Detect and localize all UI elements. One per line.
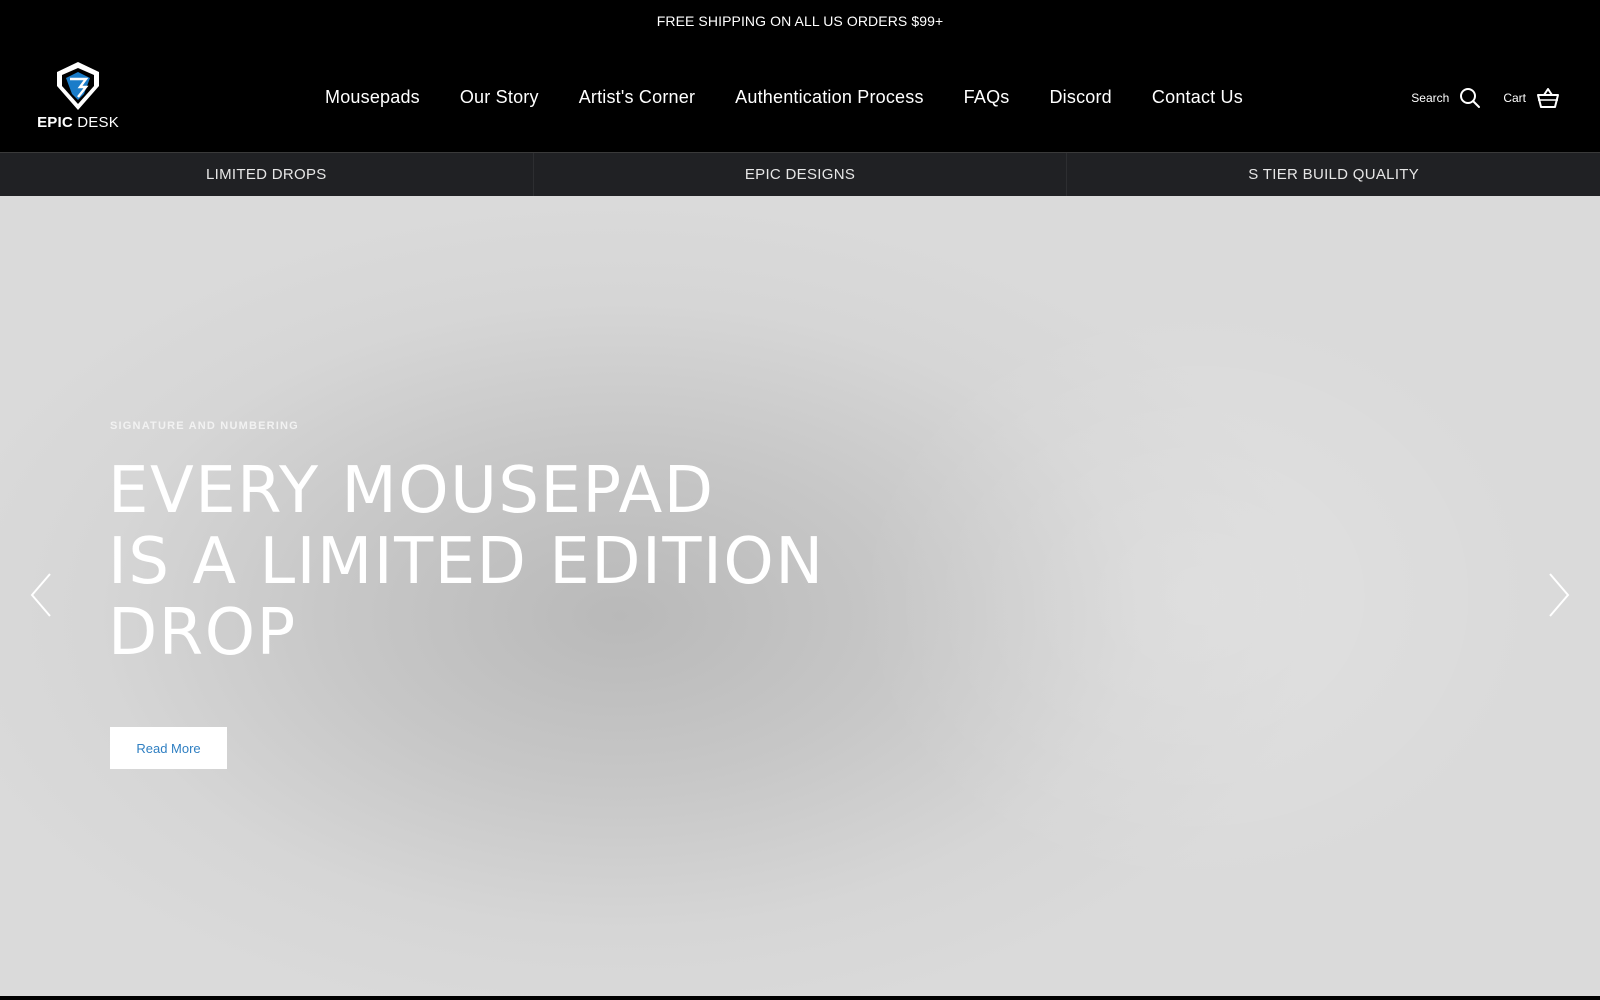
page-bottom-edge — [0, 996, 1600, 1000]
slideshow-prev-button[interactable] — [26, 570, 56, 620]
hero-headline-line-3: DROP — [108, 596, 297, 670]
logo-word-regular: DESK — [77, 114, 119, 131]
cart-label: Cart — [1503, 90, 1526, 105]
search-label: Search — [1411, 90, 1450, 105]
epic-desk-logo-icon — [57, 62, 99, 110]
hero-background-glow — [850, 296, 1550, 896]
main-nav: Mousepads Our Story Artist's Corner Auth… — [305, 42, 1263, 153]
hero-slideshow: SIGNATURE AND NUMBERING EVERY MOUSEPAD I… — [0, 196, 1600, 996]
nav-item-authentication-process[interactable]: Authentication Process — [715, 87, 944, 108]
nav-item-artists-corner[interactable]: Artist's Corner — [559, 87, 715, 108]
promo-bar: LIMITED DROPS EPIC DESIGNS S TIER BUILD … — [0, 153, 1600, 196]
promo-item-limited-drops: LIMITED DROPS — [0, 153, 534, 196]
announcement-text: FREE SHIPPING ON ALL US ORDERS $99+ — [656, 13, 944, 29]
cart-button[interactable]: Cart — [1503, 87, 1560, 109]
site-logo[interactable]: EPIC DESK — [37, 60, 119, 136]
promo-item-epic-designs: EPIC DESIGNS — [534, 153, 1068, 196]
basket-icon — [1537, 87, 1559, 108]
nav-item-discord[interactable]: Discord — [1029, 87, 1131, 108]
hero-headline-line-2: IS A LIMITED EDITION — [108, 525, 825, 599]
hero-headline: EVERY MOUSEPAD IS A LIMITED EDITION DROP — [108, 456, 908, 669]
announcement-bar: FREE SHIPPING ON ALL US ORDERS $99+ — [0, 0, 1600, 42]
chevron-right-icon — [1549, 573, 1570, 617]
logo-word-bold: EPIC — [37, 114, 73, 131]
promo-item-build-quality: S TIER BUILD QUALITY — [1248, 166, 1420, 183]
header-utilities: Search Cart — [1411, 42, 1560, 153]
search-button[interactable]: Search — [1411, 87, 1481, 109]
nav-item-faqs[interactable]: FAQs — [944, 87, 1030, 108]
logo-wordmark: EPIC DESK — [37, 114, 119, 131]
nav-item-contact-us[interactable]: Contact Us — [1132, 87, 1263, 108]
hero-eyebrow: SIGNATURE AND NUMBERING — [110, 420, 299, 432]
hero-headline-line-1: EVERY MOUSEPAD — [108, 454, 715, 528]
nav-item-our-story[interactable]: Our Story — [440, 87, 559, 108]
slideshow-next-button[interactable] — [1544, 570, 1574, 620]
site-header: EPIC DESK Mousepads Our Story Artist's C… — [0, 42, 1600, 153]
read-more-button[interactable]: Read More — [110, 727, 227, 769]
nav-item-mousepads[interactable]: Mousepads — [305, 87, 440, 108]
search-icon — [1460, 87, 1481, 108]
chevron-left-icon — [30, 573, 51, 617]
